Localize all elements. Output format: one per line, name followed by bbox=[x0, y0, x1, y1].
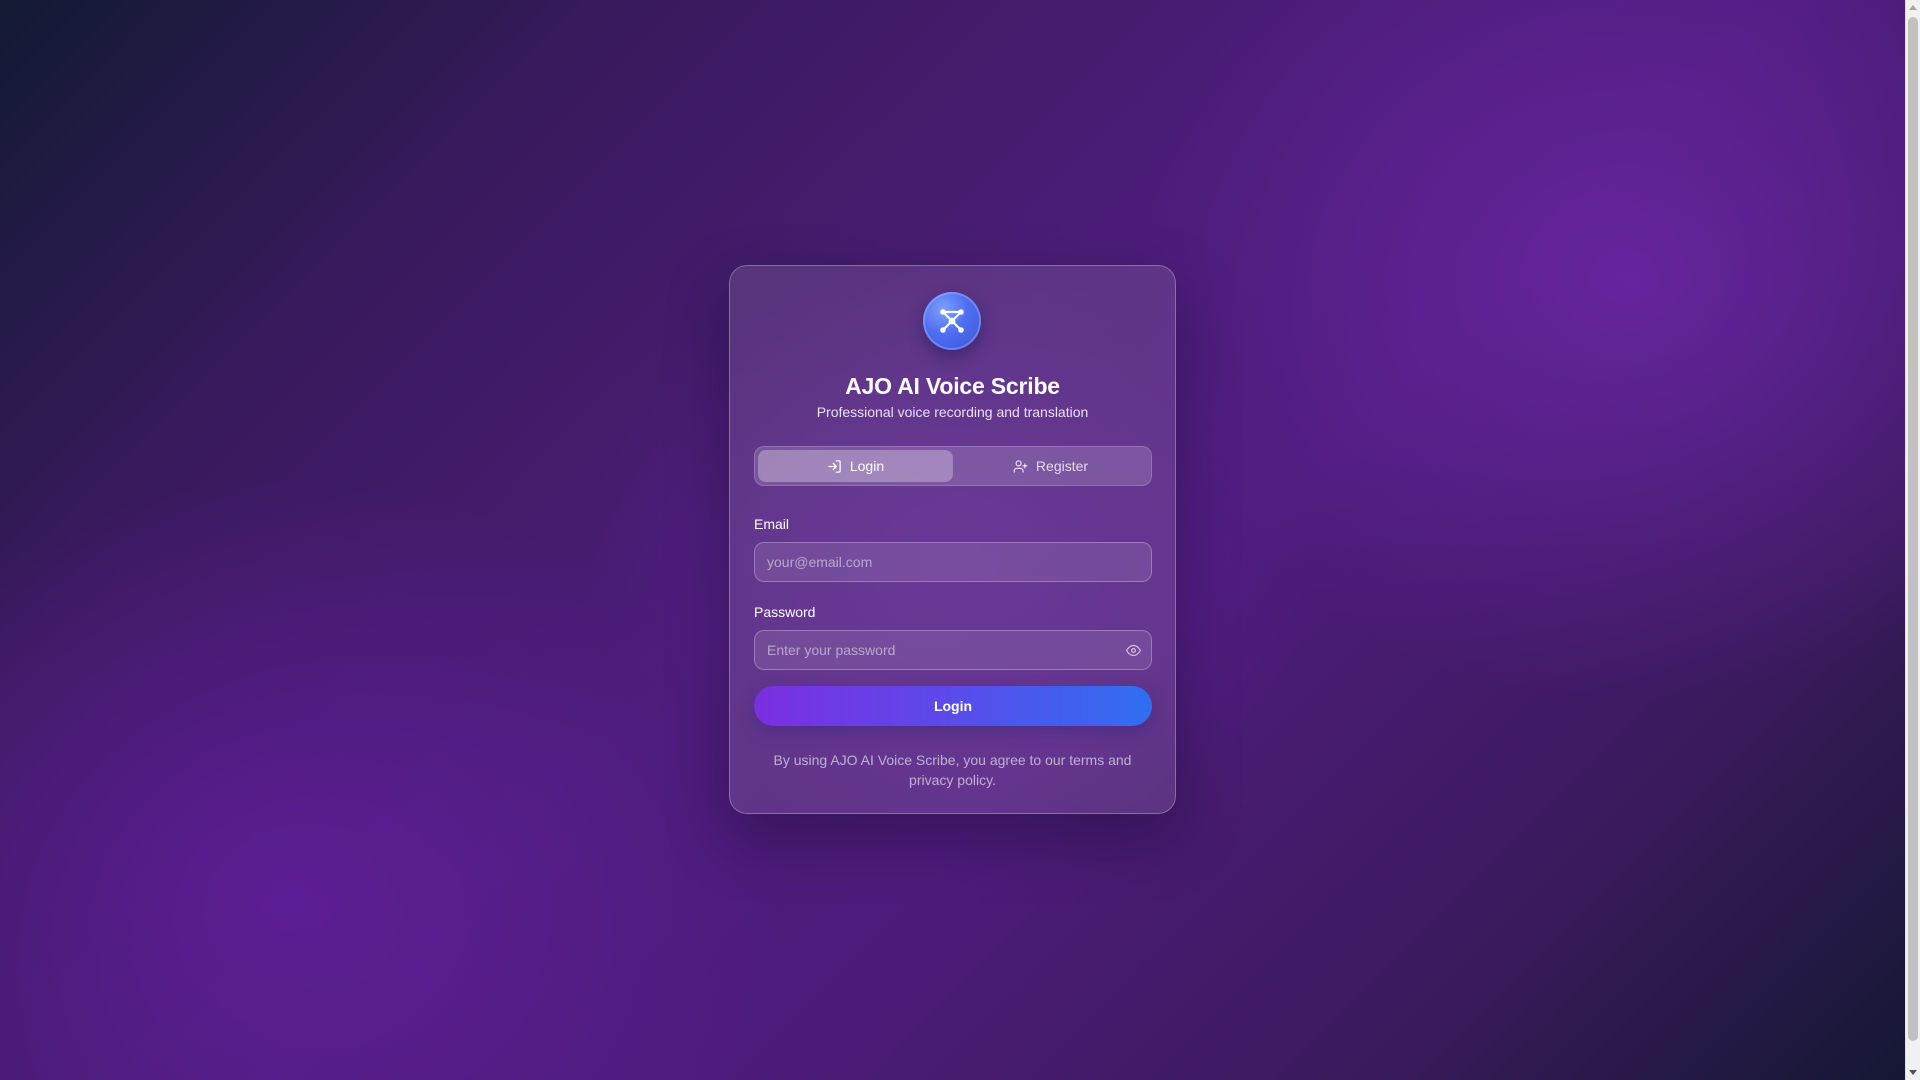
email-field[interactable] bbox=[767, 543, 1107, 581]
log-in-icon bbox=[828, 459, 841, 473]
tab-login-label: Login bbox=[849, 458, 885, 474]
password-field-wrapper bbox=[754, 630, 1152, 670]
app-subtitle: Professional voice recording and transla… bbox=[816, 404, 1089, 420]
password-label: Password bbox=[754, 604, 816, 620]
app-title: AJO AI Voice Scribe bbox=[845, 373, 1060, 399]
page-scrollbar[interactable] bbox=[1905, 0, 1920, 1080]
scrollbar-thumb[interactable] bbox=[1908, 17, 1918, 1041]
tab-login[interactable]: Login bbox=[758, 450, 953, 482]
auth-tabs: Login Register bbox=[754, 446, 1152, 486]
email-field-wrapper bbox=[754, 542, 1152, 582]
login-button[interactable]: Login bbox=[754, 686, 1152, 726]
email-label: Email bbox=[754, 516, 790, 532]
eye-icon[interactable] bbox=[1126, 643, 1141, 663]
password-field[interactable] bbox=[767, 631, 1107, 669]
page-background: AJO AI Voice Scribe Professional voice r… bbox=[0, 0, 1905, 1080]
auth-card: AJO AI Voice Scribe Professional voice r… bbox=[729, 265, 1176, 814]
tab-register[interactable]: Register bbox=[953, 450, 1148, 482]
terms-text: By using AJO AI Voice Scribe, you agree … bbox=[773, 752, 1132, 788]
tab-register-label: Register bbox=[1035, 458, 1089, 474]
scroll-down-icon[interactable] bbox=[1909, 1070, 1917, 1075]
network-nodes-icon bbox=[923, 292, 981, 350]
scroll-up-icon[interactable] bbox=[1909, 5, 1917, 10]
user-plus-icon bbox=[1013, 459, 1028, 473]
